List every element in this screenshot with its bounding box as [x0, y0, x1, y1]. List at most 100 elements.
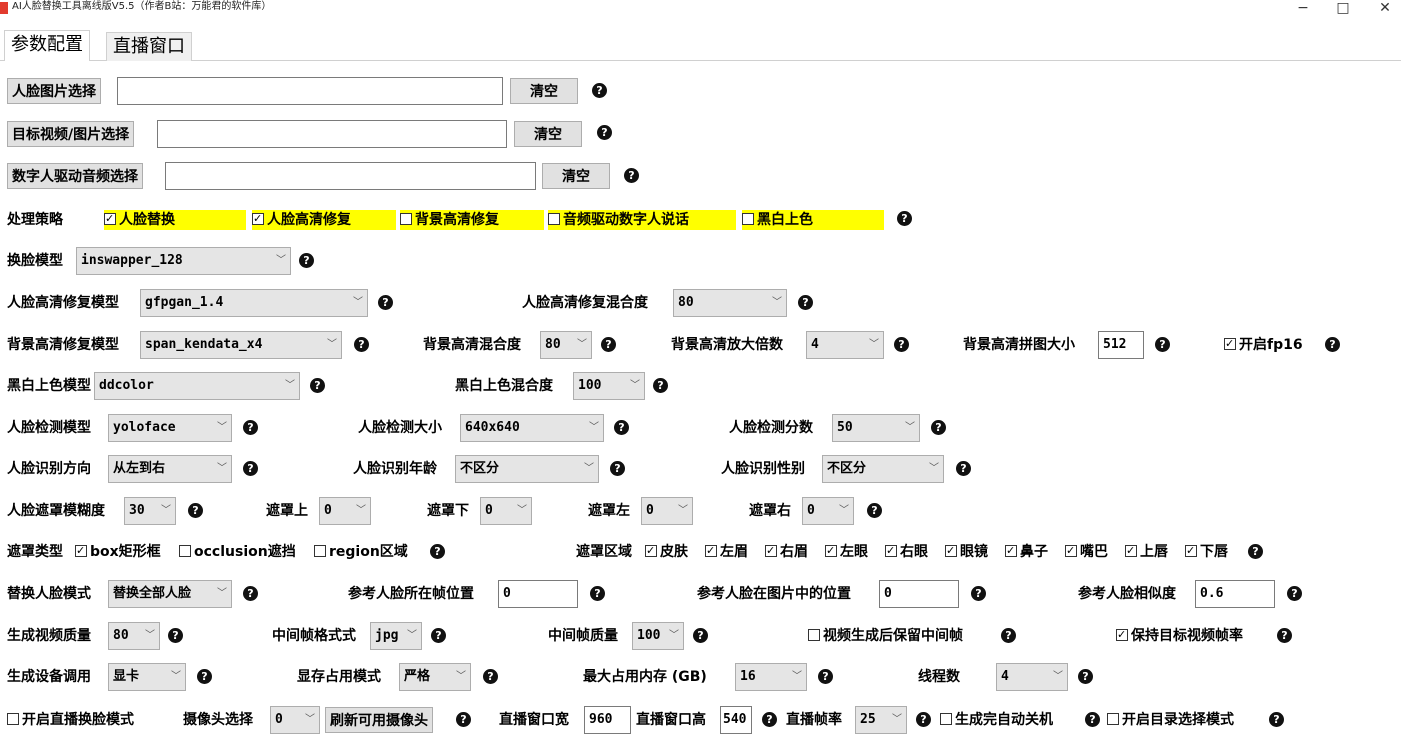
region-right-eye-checkbox[interactable]: 右眼: [885, 541, 928, 562]
live-height-input[interactable]: 540: [720, 706, 752, 734]
recognize-gender-select[interactable]: 不区分 ﹀: [822, 455, 944, 483]
tab-params[interactable]: 参数配置: [4, 30, 90, 63]
auto-shutdown-checkbox[interactable]: 生成完自动关机: [940, 710, 1053, 730]
colorize-model-select[interactable]: ddcolor ﹀: [94, 372, 300, 400]
help-icon[interactable]: ?: [762, 712, 777, 727]
refresh-camera-button[interactable]: 刷新可用摄像头: [325, 707, 433, 733]
help-icon[interactable]: ?: [956, 461, 971, 476]
help-icon[interactable]: ?: [624, 168, 639, 183]
region-right-brow-checkbox[interactable]: 右眉: [765, 541, 808, 562]
keep-frames-checkbox[interactable]: 视频生成后保留中间帧: [808, 626, 963, 646]
region-left-brow-checkbox[interactable]: 左眉: [705, 541, 748, 562]
help-icon[interactable]: ?: [693, 628, 708, 643]
audio-select-button[interactable]: 数字人驱动音频选择: [7, 163, 143, 189]
help-icon[interactable]: ?: [243, 420, 258, 435]
audio-clear-button[interactable]: 清空: [542, 163, 610, 189]
keep-fps-checkbox[interactable]: 保持目标视频帧率: [1116, 625, 1243, 646]
strategy-face-swap-checkbox[interactable]: 人脸替换: [104, 209, 246, 230]
bg-enhance-blend-select[interactable]: 80 ﹀: [540, 331, 592, 359]
live-mode-checkbox[interactable]: 开启直播换脸模式: [7, 710, 134, 730]
region-upper-lip-checkbox[interactable]: 上唇: [1125, 541, 1168, 562]
help-icon[interactable]: ?: [1248, 544, 1263, 559]
face-enhance-model-select[interactable]: gfpgan_1.4 ﹀: [140, 289, 368, 317]
help-icon[interactable]: ?: [894, 337, 909, 352]
help-icon[interactable]: ?: [1085, 712, 1100, 727]
strategy-audio-driven-checkbox[interactable]: 音频驱动数字人说话: [548, 210, 736, 230]
ref-similarity-input[interactable]: 0.6: [1195, 580, 1275, 608]
mask-type-occlusion-checkbox[interactable]: occlusion遮挡: [179, 542, 296, 562]
colorize-blend-select[interactable]: 100 ﹀: [573, 372, 645, 400]
detect-score-select[interactable]: 50 ﹀: [832, 414, 920, 442]
detect-model-select[interactable]: yoloface ﹀: [108, 414, 232, 442]
help-icon[interactable]: ?: [197, 669, 212, 684]
mask-blur-select[interactable]: 30 ﹀: [124, 497, 176, 525]
help-icon[interactable]: ?: [168, 628, 183, 643]
target-media-clear-button[interactable]: 清空: [514, 121, 582, 147]
region-skin-checkbox[interactable]: 皮肤: [645, 541, 688, 562]
mask-right-select[interactable]: 0 ﹀: [802, 497, 854, 525]
bg-enhance-model-select[interactable]: span_kendata_x4 ﹀: [140, 331, 342, 359]
camera-select[interactable]: 0 ﹀: [270, 706, 320, 734]
help-icon[interactable]: ?: [1277, 628, 1292, 643]
help-icon[interactable]: ?: [590, 586, 605, 601]
help-icon[interactable]: ?: [1287, 586, 1302, 601]
region-left-eye-checkbox[interactable]: 左眼: [825, 541, 868, 562]
frame-quality-select[interactable]: 100 ﹀: [632, 622, 684, 650]
fp16-checkbox[interactable]: 开启fp16: [1224, 334, 1303, 355]
face-image-select-button[interactable]: 人脸图片选择: [7, 78, 101, 104]
help-icon[interactable]: ?: [310, 378, 325, 393]
bg-enhance-tile-input[interactable]: 512: [1098, 331, 1144, 359]
help-icon[interactable]: ?: [188, 503, 203, 518]
maximize-button[interactable]: □: [1328, 0, 1358, 20]
minimize-button[interactable]: −: [1288, 0, 1318, 20]
target-media-path-input[interactable]: [157, 120, 507, 148]
region-lower-lip-checkbox[interactable]: 下唇: [1185, 541, 1228, 562]
tab-live-window[interactable]: 直播窗口: [106, 32, 192, 61]
swap-model-select[interactable]: inswapper_128 ﹀: [76, 247, 291, 275]
target-media-select-button[interactable]: 目标视频/图片选择: [7, 121, 135, 147]
help-icon[interactable]: ?: [431, 628, 446, 643]
help-icon[interactable]: ?: [614, 420, 629, 435]
live-fps-select[interactable]: 25 ﹀: [855, 706, 907, 734]
help-icon[interactable]: ?: [430, 544, 445, 559]
ref-frame-input[interactable]: 0: [498, 580, 578, 608]
help-icon[interactable]: ?: [1078, 669, 1093, 684]
help-icon[interactable]: ?: [1155, 337, 1170, 352]
mask-type-box-checkbox[interactable]: box矩形框: [75, 541, 161, 562]
help-icon[interactable]: ?: [601, 337, 616, 352]
mask-type-region-checkbox[interactable]: region区域: [314, 542, 408, 562]
region-glasses-checkbox[interactable]: 眼镜: [945, 541, 988, 562]
max-memory-select[interactable]: 16 ﹀: [735, 663, 807, 691]
strategy-bg-enhance-checkbox[interactable]: 背景高清修复: [400, 210, 544, 230]
face-enhance-blend-select[interactable]: 80 ﹀: [673, 289, 787, 317]
help-icon[interactable]: ?: [299, 253, 314, 268]
region-mouth-checkbox[interactable]: 嘴巴: [1065, 541, 1108, 562]
help-icon[interactable]: ?: [1269, 712, 1284, 727]
recognize-direction-select[interactable]: 从左到右 ﹀: [108, 455, 232, 483]
help-icon[interactable]: ?: [867, 503, 882, 518]
face-image-clear-button[interactable]: 清空: [510, 78, 578, 104]
help-icon[interactable]: ?: [931, 420, 946, 435]
vram-mode-select[interactable]: 严格 ﹀: [399, 663, 471, 691]
strategy-colorize-checkbox[interactable]: 黑白上色: [742, 210, 884, 230]
help-icon[interactable]: ?: [354, 337, 369, 352]
face-image-path-input[interactable]: [117, 77, 503, 105]
recognize-age-select[interactable]: 不区分 ﹀: [455, 455, 599, 483]
region-nose-checkbox[interactable]: 鼻子: [1005, 541, 1048, 562]
help-icon[interactable]: ?: [456, 712, 471, 727]
help-icon[interactable]: ?: [483, 669, 498, 684]
mask-left-select[interactable]: 0 ﹀: [641, 497, 693, 525]
replace-mode-select[interactable]: 替换全部人脸 ﹀: [108, 580, 232, 608]
dir-mode-checkbox[interactable]: 开启目录选择模式: [1107, 710, 1234, 730]
help-icon[interactable]: ?: [597, 125, 612, 140]
strategy-face-enhance-checkbox[interactable]: 人脸高清修复: [252, 209, 396, 230]
help-icon[interactable]: ?: [243, 586, 258, 601]
help-icon[interactable]: ?: [916, 712, 931, 727]
help-icon[interactable]: ?: [653, 378, 668, 393]
help-icon[interactable]: ?: [818, 669, 833, 684]
device-select[interactable]: 显卡 ﹀: [108, 663, 186, 691]
close-button[interactable]: ✕: [1370, 0, 1400, 20]
help-icon[interactable]: ?: [592, 83, 607, 98]
live-width-input[interactable]: 960: [584, 706, 631, 734]
help-icon[interactable]: ?: [378, 295, 393, 310]
